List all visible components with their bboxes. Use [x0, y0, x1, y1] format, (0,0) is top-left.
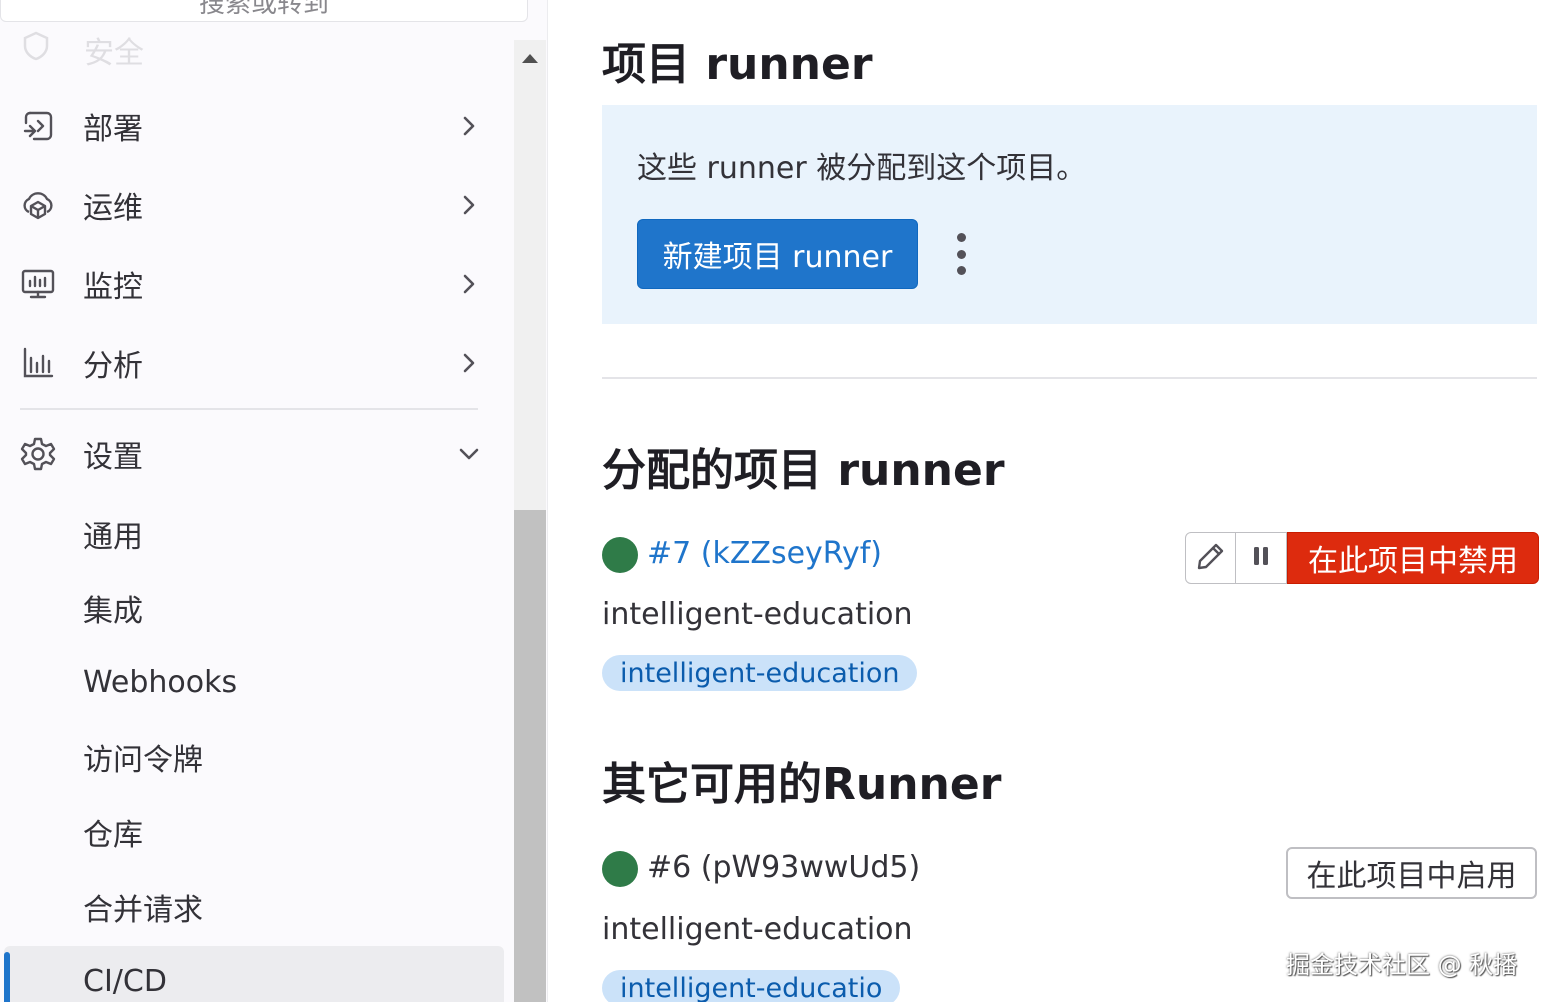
sidebar-item-settings[interactable]: 设置 — [0, 422, 500, 486]
main-content: 项目 runner 这些 runner 被分配到这个项目。 新建项目 runne… — [549, 0, 1547, 1002]
sidebar-item-label: 分析 — [83, 349, 143, 384]
runner-tag: intelligent-education — [602, 655, 918, 691]
sidebar-subitem-merge-requests[interactable]: 合并请求 — [0, 877, 500, 937]
new-runner-button-label: 新建项目 runner — [662, 240, 893, 275]
runner-tag-label: intelligent-education — [620, 657, 900, 689]
sidebar-item-analytics[interactable]: 分析 — [0, 331, 500, 395]
enable-button-label: 在此项目中启用 — [1306, 859, 1517, 894]
runner-tag: intelligent-educatio — [602, 970, 901, 1002]
sidebar: 搜索或转到 安全 部署 运维 监控 分析 设置 通用 集成 Webhooks 访… — [0, 0, 548, 1002]
search-label: 搜索或转到 — [198, 0, 329, 19]
sidebar-subitem-integrations[interactable]: 集成 — [0, 578, 500, 638]
pause-icon — [1251, 545, 1271, 571]
pencil-icon — [1196, 541, 1226, 575]
sidebar-subitem-label: 通用 — [83, 520, 143, 555]
runner-online-status-icon — [602, 851, 638, 887]
sidebar-item-operate[interactable]: 运维 — [0, 173, 500, 237]
active-indicator — [4, 952, 10, 1002]
runner-online-status-icon — [602, 537, 638, 573]
sidebar-item-security-partial[interactable]: 安全 — [20, 30, 144, 71]
watermark: 掘金技术社区 @ 秋播 — [1286, 951, 1518, 979]
runner-description: intelligent-education — [602, 912, 913, 947]
runner-7-actions: 在此项目中禁用 — [1185, 532, 1539, 584]
section-divider — [602, 377, 1537, 379]
assigned-runners-heading: 分配的项目 runner — [602, 445, 1005, 496]
sidebar-subitem-label: 集成 — [83, 594, 143, 629]
sidebar-subitem-repository[interactable]: 仓库 — [0, 802, 500, 862]
scrollbar-thumb[interactable] — [514, 510, 546, 1002]
sidebar-subitem-general[interactable]: 通用 — [0, 504, 500, 564]
runner-6-link[interactable]: #6 (pW93wwUd5) — [647, 850, 920, 885]
pause-runner-button[interactable] — [1236, 532, 1287, 584]
chevron-right-icon — [458, 352, 480, 374]
new-project-runner-button[interactable]: 新建项目 runner — [637, 219, 918, 289]
sidebar-item-monitor[interactable]: 监控 — [0, 252, 500, 316]
operate-icon — [20, 187, 56, 223]
sidebar-subitem-access-tokens[interactable]: 访问令牌 — [0, 727, 500, 787]
chevron-right-icon — [458, 273, 480, 295]
runner-description: intelligent-education — [602, 597, 913, 632]
sidebar-item-label: 设置 — [83, 440, 143, 475]
sidebar-item-label: 监控 — [83, 270, 143, 305]
more-actions-kebab-icon[interactable] — [949, 233, 973, 275]
edit-runner-button[interactable] — [1185, 532, 1236, 584]
info-box: 这些 runner 被分配到这个项目。 新建项目 runner — [602, 105, 1537, 324]
sidebar-item-label: 部署 — [83, 112, 143, 147]
chevron-right-icon — [458, 115, 480, 137]
other-runners-heading: 其它可用的Runner — [602, 759, 1002, 810]
monitor-icon — [20, 266, 56, 302]
sidebar-subitem-label: 访问令牌 — [83, 743, 203, 778]
deploy-icon — [20, 108, 56, 144]
analytics-icon — [20, 345, 56, 381]
chevron-right-icon — [458, 194, 480, 216]
sidebar-divider — [20, 408, 478, 410]
sidebar-item-label: 运维 — [83, 191, 143, 226]
settings-icon — [20, 436, 56, 472]
info-text: 这些 runner 被分配到这个项目。 — [637, 151, 1087, 186]
disable-button-label: 在此项目中禁用 — [1308, 544, 1518, 579]
sidebar-subitem-label: 仓库 — [83, 818, 143, 853]
chevron-down-icon — [458, 443, 480, 465]
sidebar-subitem-label: 合并请求 — [83, 893, 203, 928]
shield-icon — [20, 30, 52, 70]
runner-7-link[interactable]: #7 (kZZseyRyf) — [647, 536, 882, 571]
sidebar-item-deploy[interactable]: 部署 — [0, 94, 500, 158]
sidebar-subitem-label: CI/CD — [83, 964, 167, 999]
sidebar-subitem-label: Webhooks — [83, 664, 238, 700]
runner-tag-label: intelligent-educatio — [620, 972, 883, 1002]
enable-for-project-button[interactable]: 在此项目中启用 — [1286, 847, 1537, 899]
search-button[interactable]: 搜索或转到 — [0, 0, 528, 22]
scroll-up-arrow-icon[interactable] — [522, 54, 538, 63]
disable-for-project-button[interactable]: 在此项目中禁用 — [1287, 532, 1539, 584]
page-title: 项目 runner — [602, 39, 873, 90]
sidebar-subitem-webhooks[interactable]: Webhooks — [0, 652, 500, 712]
sidebar-subitem-cicd[interactable]: CI/CD — [4, 946, 504, 1002]
sidebar-item-label: 安全 — [84, 36, 144, 71]
